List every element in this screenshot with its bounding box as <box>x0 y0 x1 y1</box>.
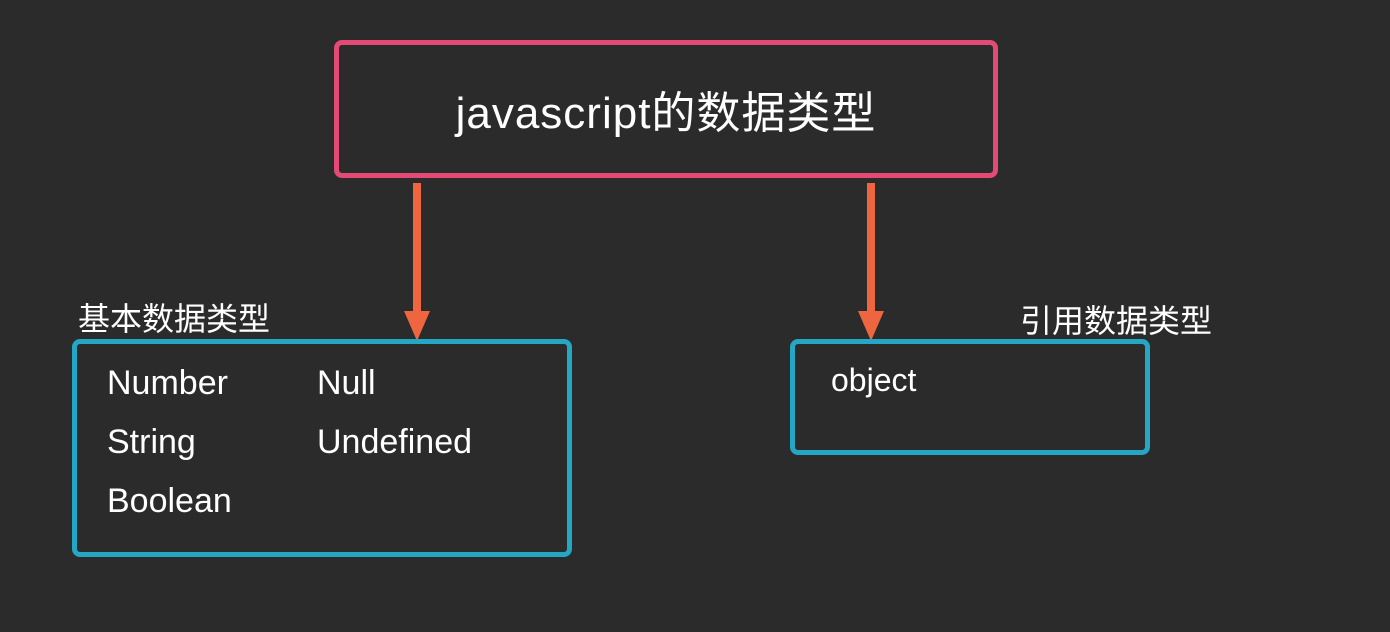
basic-item: Number <box>107 364 317 403</box>
basic-row: Number Null <box>107 364 537 403</box>
basic-item: Boolean <box>107 482 317 521</box>
reference-types-box: object <box>790 339 1150 455</box>
basic-item: String <box>107 423 317 462</box>
label-basic-types: 基本数据类型 <box>78 294 270 340</box>
basic-item: Undefined <box>317 423 537 462</box>
root-title: javascript的数据类型 <box>456 77 877 141</box>
basic-item: Null <box>317 364 537 403</box>
basic-row: Boolean <box>107 482 537 521</box>
reference-item: object <box>831 362 916 398</box>
arrow-left <box>402 183 432 343</box>
root-node: javascript的数据类型 <box>334 40 998 178</box>
basic-types-box: Number Null String Undefined Boolean <box>72 339 572 557</box>
label-reference-types: 引用数据类型 <box>1020 296 1212 342</box>
arrow-right <box>856 183 886 343</box>
basic-row: String Undefined <box>107 423 537 462</box>
